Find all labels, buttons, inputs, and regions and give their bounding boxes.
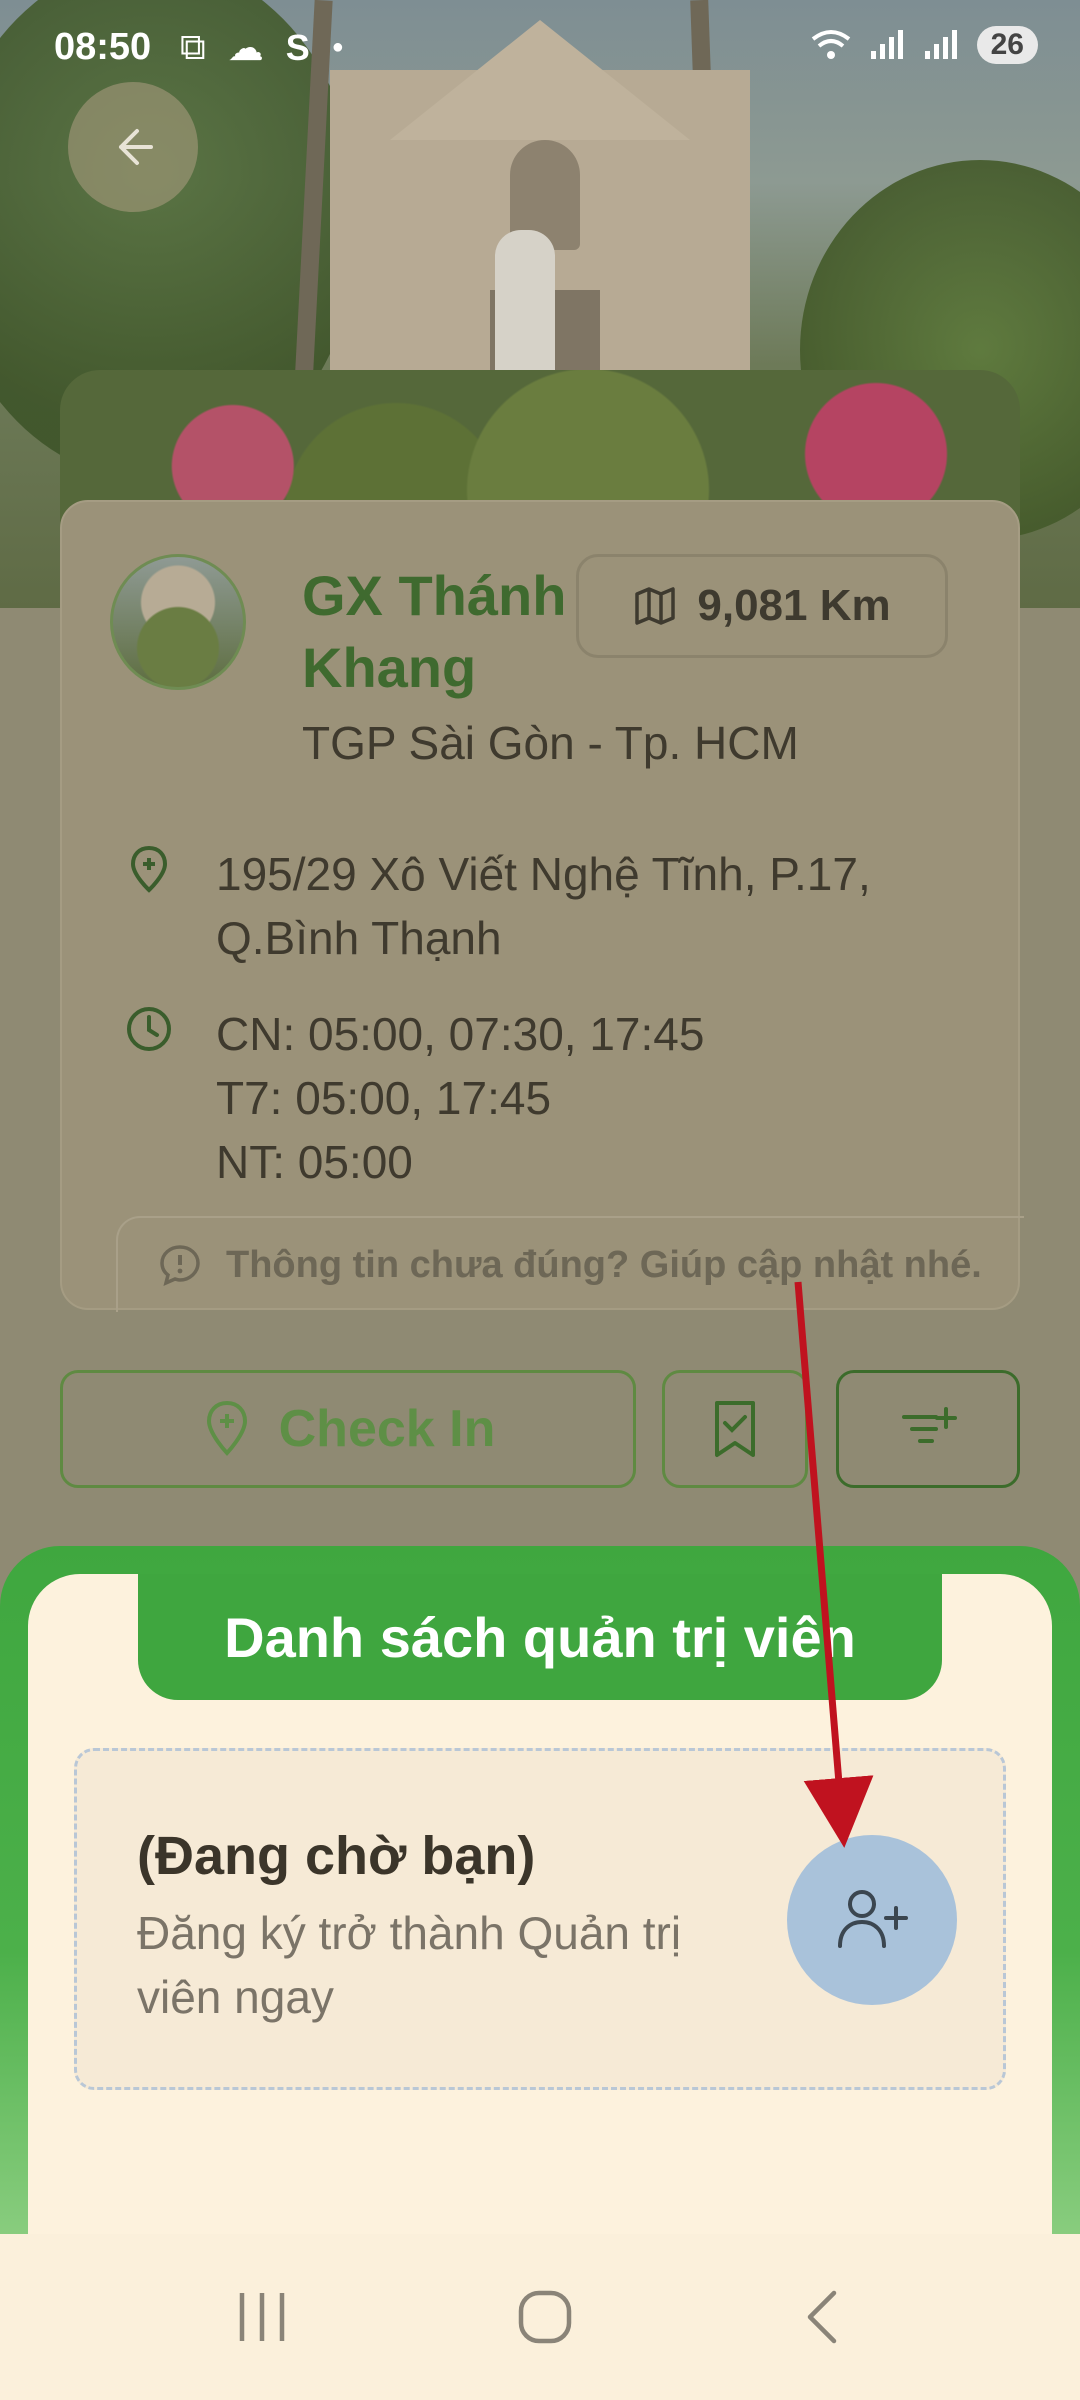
signal-icon [924, 30, 957, 59]
signal-icon [870, 30, 903, 59]
parish-name: GX Thánh Khang [302, 564, 567, 699]
status-time: 08:50 [54, 26, 152, 68]
cloud-icon: ☁ [227, 26, 264, 68]
screenshot-icon: ⧉ [180, 26, 206, 67]
filter-add-button[interactable] [836, 1370, 1020, 1488]
s-app-icon: S [285, 26, 310, 68]
mass-time-line: T7: 05:00, 17:45 [216, 1072, 552, 1124]
battery-level: 26 [976, 26, 1038, 64]
chat-alert-icon [160, 1245, 200, 1287]
admin-list-title: Danh sách quản trị viên [138, 1574, 942, 1700]
wifi-icon [811, 30, 850, 59]
mass-time-line: NT: 05:00 [216, 1136, 413, 1188]
map-icon [635, 587, 676, 625]
recent-apps-icon[interactable] [232, 2289, 292, 2345]
filter-add-icon [902, 1407, 957, 1443]
register-admin-button[interactable] [787, 1835, 957, 2005]
bookmark-button[interactable] [662, 1370, 808, 1488]
report-info-link[interactable]: Thông tin chưa đúng? Giúp cập nhật nhé. [116, 1216, 1024, 1312]
distance-value: 9,081 Km [697, 581, 891, 630]
dot-icon: ● [331, 36, 344, 58]
bookmark-check-icon [715, 1401, 755, 1457]
back-button[interactable] [68, 82, 198, 212]
report-info-text: Thông tin chưa đúng? Giúp cập nhật nhé. [226, 1243, 982, 1286]
pending-admin-card[interactable]: (Đang chờ bạn) Đăng ký trở thành Quản tr… [74, 1748, 1006, 2090]
arrow-left-icon [119, 129, 153, 165]
location-pin-icon [130, 845, 168, 893]
address-row: 195/29 Xô Viết Nghệ Tĩnh, P.17, Q.Bình T… [122, 842, 996, 970]
parish-diocese: TGP Sài Gòn - Tp. HCM [302, 717, 799, 769]
parish-info-card: GX Thánh Khang 9,081 Km TGP Sài Gòn - Tp… [60, 500, 1024, 1312]
parish-avatar [110, 554, 246, 690]
check-in-button[interactable]: Check In [60, 1370, 636, 1488]
home-icon[interactable] [515, 2287, 575, 2347]
mass-time-line: CN: 05:00, 07:30, 17:45 [216, 1008, 705, 1060]
parish-address: 195/29 Xô Viết Nghệ Tĩnh, P.17, Q.Bình T… [216, 848, 871, 964]
clock-icon [127, 1007, 171, 1051]
user-plus-icon [838, 1890, 908, 1948]
system-nav-bar [0, 2234, 1080, 2400]
distance-button[interactable]: 9,081 Km [576, 554, 948, 658]
back-nav-icon[interactable] [798, 2287, 848, 2347]
status-bar: 08:50 ⧉ ☁ S ● 26 [0, 0, 1080, 100]
pending-description: Đăng ký trở thành Quản trị viên ngay [137, 1907, 682, 2023]
location-pin-icon [206, 1400, 247, 1456]
mass-times-row: CN: 05:00, 07:30, 17:45 T7: 05:00, 17:45… [122, 1002, 704, 1194]
pending-heading: (Đang chờ bạn) [137, 1826, 536, 1886]
check-in-label: Check In [278, 1400, 496, 1458]
